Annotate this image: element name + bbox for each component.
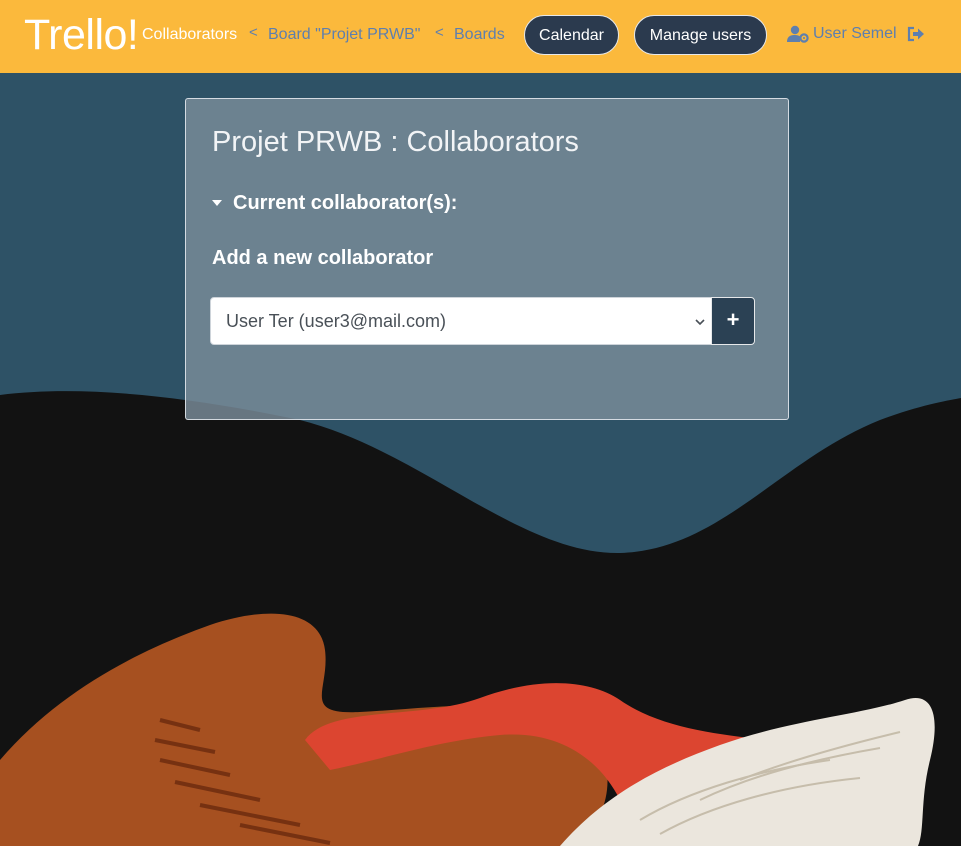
brand-logo[interactable]: Trello! <box>24 10 139 60</box>
page-title: Projet PRWB : Collaborators <box>212 126 579 158</box>
breadcrumb-boards-link[interactable]: Boards <box>454 25 505 45</box>
chevron-down-icon <box>695 319 705 326</box>
collaborator-select[interactable]: User Ter (user3@mail.com) <box>210 297 712 345</box>
add-collaborator-button[interactable]: + <box>711 297 755 345</box>
breadcrumb-separator: < <box>435 24 444 41</box>
collaborator-select-value: User Ter (user3@mail.com) <box>226 311 446 331</box>
caret-down-icon <box>212 200 222 206</box>
breadcrumb-board-link[interactable]: Board "Projet PRWB" <box>268 25 420 45</box>
manage-users-button[interactable]: Manage users <box>634 15 767 55</box>
top-navbar: Trello! Collaborators < Board "Projet PR… <box>0 0 961 73</box>
add-collaborator-heading: Add a new collaborator <box>212 247 434 269</box>
collaborators-card: Projet PRWB : Collaborators Current coll… <box>185 98 789 420</box>
user-cog-icon <box>787 25 809 43</box>
current-collaborators-label: Current collaborator(s): <box>233 192 458 214</box>
current-user-link[interactable]: User Semel <box>813 25 897 43</box>
breadcrumb-current: Collaborators <box>142 26 238 43</box>
calendar-button[interactable]: Calendar <box>524 15 619 55</box>
sign-out-icon[interactable] <box>907 26 925 42</box>
breadcrumb-separator: < <box>249 24 258 41</box>
